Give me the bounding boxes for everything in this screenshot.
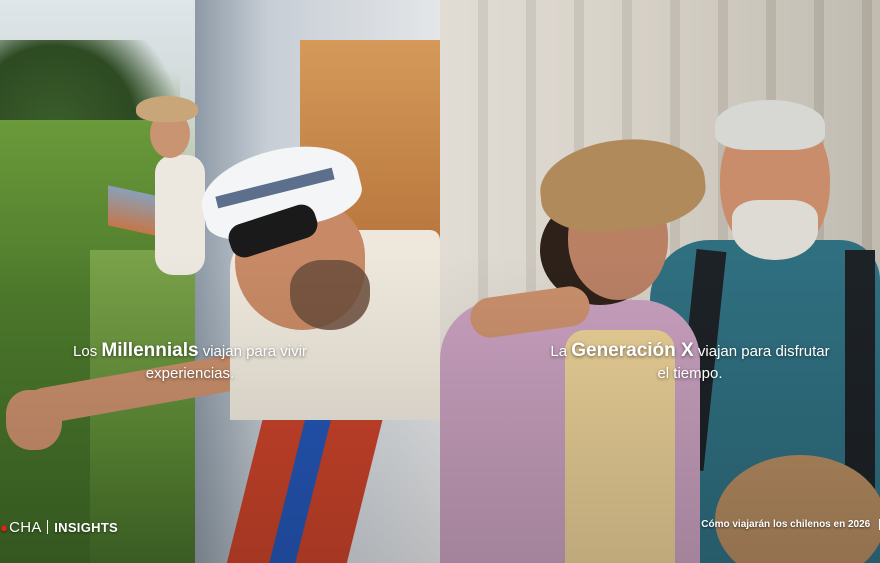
footer-text: Cómo viajarán los chilenos en 2026: [701, 519, 871, 531]
footer-title: Cómo viajarán los chilenos en 2026: [701, 519, 880, 530]
caption-prefix: Los: [73, 343, 98, 360]
caption-prefix: La: [550, 343, 568, 360]
brand-logo: ● CHA INSIGHTS: [0, 517, 118, 537]
caption-millennials: Los Millennials viajan para vivir experi…: [40, 340, 340, 385]
brand-mark-icon: ●: [0, 519, 9, 535]
caption-rest: viajan para vivir: [202, 343, 307, 360]
caption-generation-x: La Generación X viajan para disfrutar el…: [505, 340, 875, 385]
brand-divider: [46, 520, 49, 534]
brand-name: CHA: [9, 518, 42, 536]
caption-highlight: Millennials: [101, 340, 199, 361]
brand-label: INSIGHTS: [54, 519, 119, 535]
caption-line2: experiencias.: [145, 365, 235, 382]
caption-rest: viajan para disfrutar: [697, 343, 830, 360]
caption-highlight: Generación X: [571, 340, 694, 361]
bottom-shade: [0, 0, 880, 563]
caption-line2: el tiempo.: [657, 365, 723, 382]
